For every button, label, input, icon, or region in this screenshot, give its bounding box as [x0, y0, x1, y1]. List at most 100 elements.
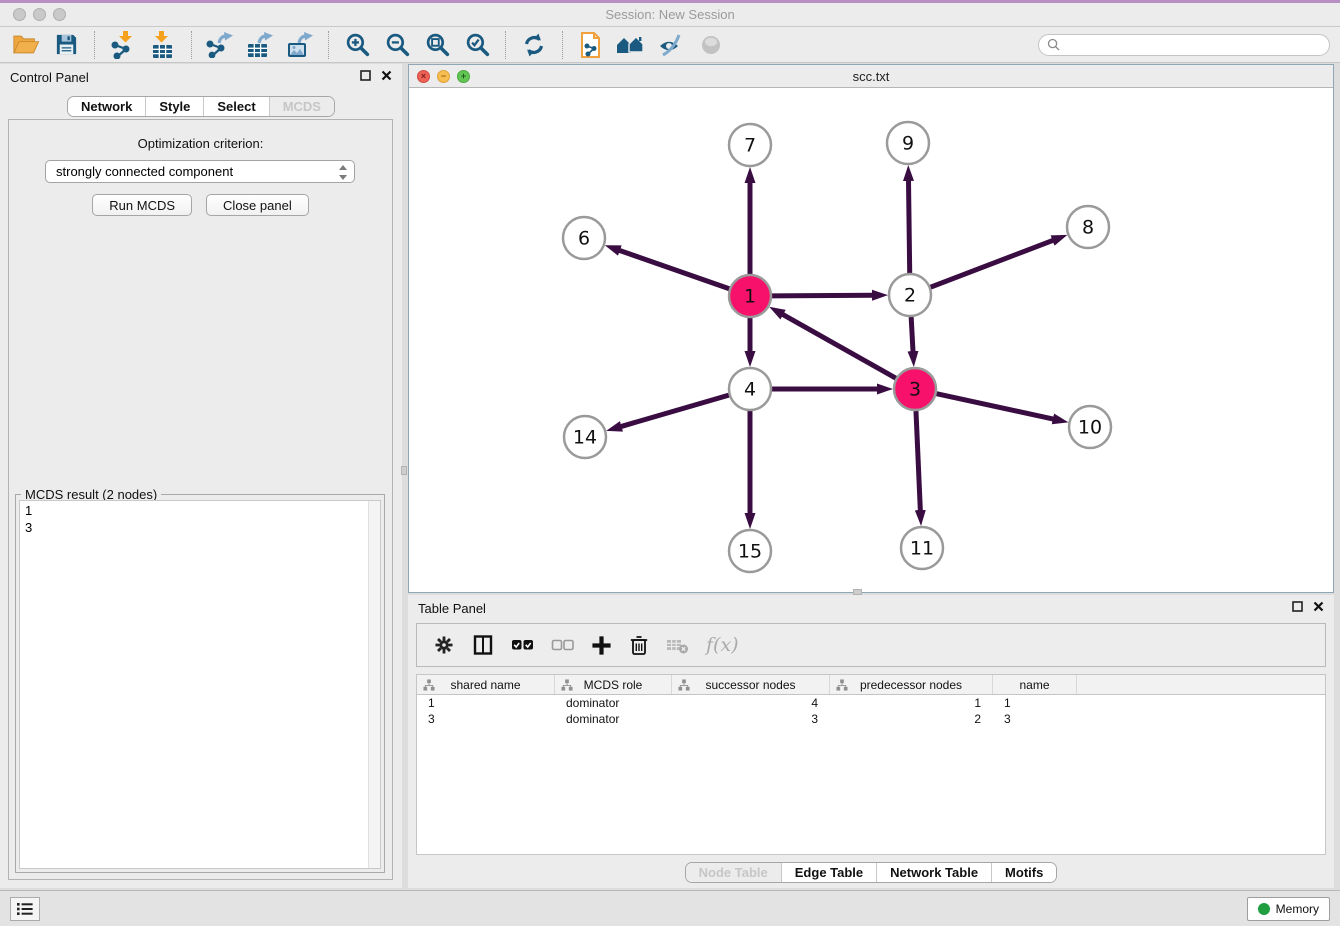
- graph-edge-1-2[interactable]: [772, 295, 873, 296]
- attribute-icon: [678, 679, 690, 691]
- graph-edge-3-1[interactable]: [782, 314, 896, 378]
- graph-edge-3-11[interactable]: [916, 411, 920, 511]
- refresh-network-button[interactable]: [514, 29, 554, 61]
- table-cell[interactable]: 3: [993, 711, 1077, 727]
- table-cell[interactable]: 1: [830, 695, 993, 711]
- table-cell[interactable]: 3: [672, 711, 830, 727]
- search-input[interactable]: [1066, 38, 1321, 52]
- tab-network[interactable]: Network: [68, 97, 145, 116]
- graph-edge-2-8[interactable]: [931, 240, 1054, 287]
- table-row[interactable]: 1dominator411: [417, 695, 1325, 711]
- zoom-selected-button[interactable]: [457, 29, 497, 61]
- table-cell[interactable]: 4: [672, 695, 830, 711]
- tab-node-table[interactable]: Node Table: [686, 863, 781, 882]
- table-settings-gear-icon[interactable]: [433, 634, 455, 656]
- close-panel-button[interactable]: Close panel: [206, 194, 309, 216]
- table-cell[interactable]: dominator: [555, 695, 672, 711]
- close-network-button[interactable]: ×: [417, 70, 430, 83]
- split-pane-handle[interactable]: [401, 466, 407, 475]
- run-mcds-button[interactable]: Run MCDS: [92, 194, 192, 216]
- table-cell[interactable]: 2: [830, 711, 993, 727]
- close-window-button[interactable]: [13, 8, 26, 21]
- tab-edge-table[interactable]: Edge Table: [781, 863, 876, 882]
- mcds-result-line: 1: [25, 502, 380, 519]
- create-column-plus-icon[interactable]: [591, 635, 612, 656]
- graph-edge-1-6[interactable]: [619, 250, 729, 289]
- graph-node-label: 9: [902, 133, 914, 155]
- network-canvas[interactable]: 7968124314101511: [409, 88, 1333, 592]
- float-panel-icon[interactable]: [1292, 601, 1303, 612]
- zoom-window-button[interactable]: [53, 8, 66, 21]
- column-header-mcds-role[interactable]: MCDS role: [555, 675, 672, 694]
- toolbar-separator: [191, 31, 192, 59]
- first-neighbors-button[interactable]: [611, 29, 651, 61]
- minimize-window-button[interactable]: [33, 8, 46, 21]
- select-all-columns-icon[interactable]: [511, 637, 534, 653]
- control-panel: Control Panel Network Style Select MCDS …: [0, 64, 402, 888]
- graph-node-label: 15: [738, 541, 762, 563]
- network-window-title: scc.txt: [409, 69, 1333, 84]
- main-toolbar: [0, 27, 1340, 63]
- toolbar-separator: [505, 31, 506, 59]
- zoom-fit-button[interactable]: [417, 29, 457, 61]
- result-scrollbar[interactable]: [368, 501, 380, 868]
- export-table-button[interactable]: [240, 29, 280, 61]
- column-header-name[interactable]: name: [993, 675, 1077, 694]
- tab-style[interactable]: Style: [145, 97, 203, 116]
- table-cell[interactable]: 1: [417, 695, 555, 711]
- column-header-successor-nodes[interactable]: successor nodes: [672, 675, 830, 694]
- clone-network-button[interactable]: [571, 29, 611, 61]
- window-controls: [13, 8, 66, 21]
- tab-motifs[interactable]: Motifs: [991, 863, 1056, 882]
- control-panel-title: Control Panel: [10, 70, 89, 85]
- graph-edge-2-9[interactable]: [908, 180, 909, 273]
- unselect-all-columns-icon[interactable]: [551, 637, 574, 653]
- mcds-result-list[interactable]: 13: [19, 500, 381, 869]
- tab-network-table[interactable]: Network Table: [876, 863, 991, 882]
- import-table-button[interactable]: [143, 29, 183, 61]
- task-history-button[interactable]: [10, 897, 40, 921]
- control-panel-header: Control Panel: [0, 64, 402, 90]
- column-header-predecessor-nodes[interactable]: predecessor nodes: [830, 675, 993, 694]
- table-cell[interactable]: 3: [417, 711, 555, 727]
- show-column-pane-icon[interactable]: [472, 634, 494, 656]
- graph-edge-2-3[interactable]: [911, 317, 913, 352]
- delete-column-trash-icon[interactable]: [629, 634, 649, 656]
- import-network-icon: [110, 31, 137, 59]
- graph-edge-4-14[interactable]: [621, 395, 729, 427]
- zoom-in-button[interactable]: [337, 29, 377, 61]
- open-session-button[interactable]: [6, 29, 46, 61]
- network-graph[interactable]: 7968124314101511: [409, 88, 1333, 592]
- zoom-out-button[interactable]: [377, 29, 417, 61]
- table-cell[interactable]: 1: [993, 695, 1077, 711]
- optimization-criterion-select[interactable]: strongly connected component: [45, 160, 355, 183]
- float-panel-icon[interactable]: [360, 70, 371, 81]
- memory-button[interactable]: Memory: [1247, 897, 1330, 921]
- export-network-button[interactable]: [200, 29, 240, 61]
- tab-select[interactable]: Select: [203, 97, 268, 116]
- tab-mcds[interactable]: MCDS: [269, 97, 334, 116]
- table-row[interactable]: 3dominator323: [417, 711, 1325, 727]
- status-bar: Memory: [0, 890, 1340, 926]
- mcds-panel: Optimization criterion: strongly connect…: [8, 119, 393, 880]
- close-panel-icon[interactable]: [1313, 601, 1324, 612]
- show-graphics-details-button[interactable]: [691, 29, 731, 61]
- graph-node-label: 6: [578, 228, 590, 250]
- attribute-icon: [836, 679, 848, 691]
- minimize-network-button[interactable]: −: [437, 70, 450, 83]
- column-header-shared-name[interactable]: shared name: [417, 675, 555, 694]
- export-image-button[interactable]: [280, 29, 320, 61]
- maximize-network-button[interactable]: +: [457, 70, 470, 83]
- delete-table-icon[interactable]: [666, 636, 689, 654]
- close-panel-icon[interactable]: [381, 70, 392, 81]
- save-session-button[interactable]: [46, 29, 86, 61]
- table-cell[interactable]: dominator: [555, 711, 672, 727]
- search-box[interactable]: [1038, 34, 1330, 56]
- graph-node-label: 4: [744, 379, 756, 401]
- import-network-button[interactable]: [103, 29, 143, 61]
- network-window-titlebar[interactable]: scc.txt × − +: [409, 65, 1333, 88]
- graph-edge-3-10[interactable]: [936, 394, 1053, 419]
- houses-icon: [616, 33, 646, 57]
- graph-node-label: 14: [573, 427, 597, 449]
- hide-selected-button[interactable]: [651, 29, 691, 61]
